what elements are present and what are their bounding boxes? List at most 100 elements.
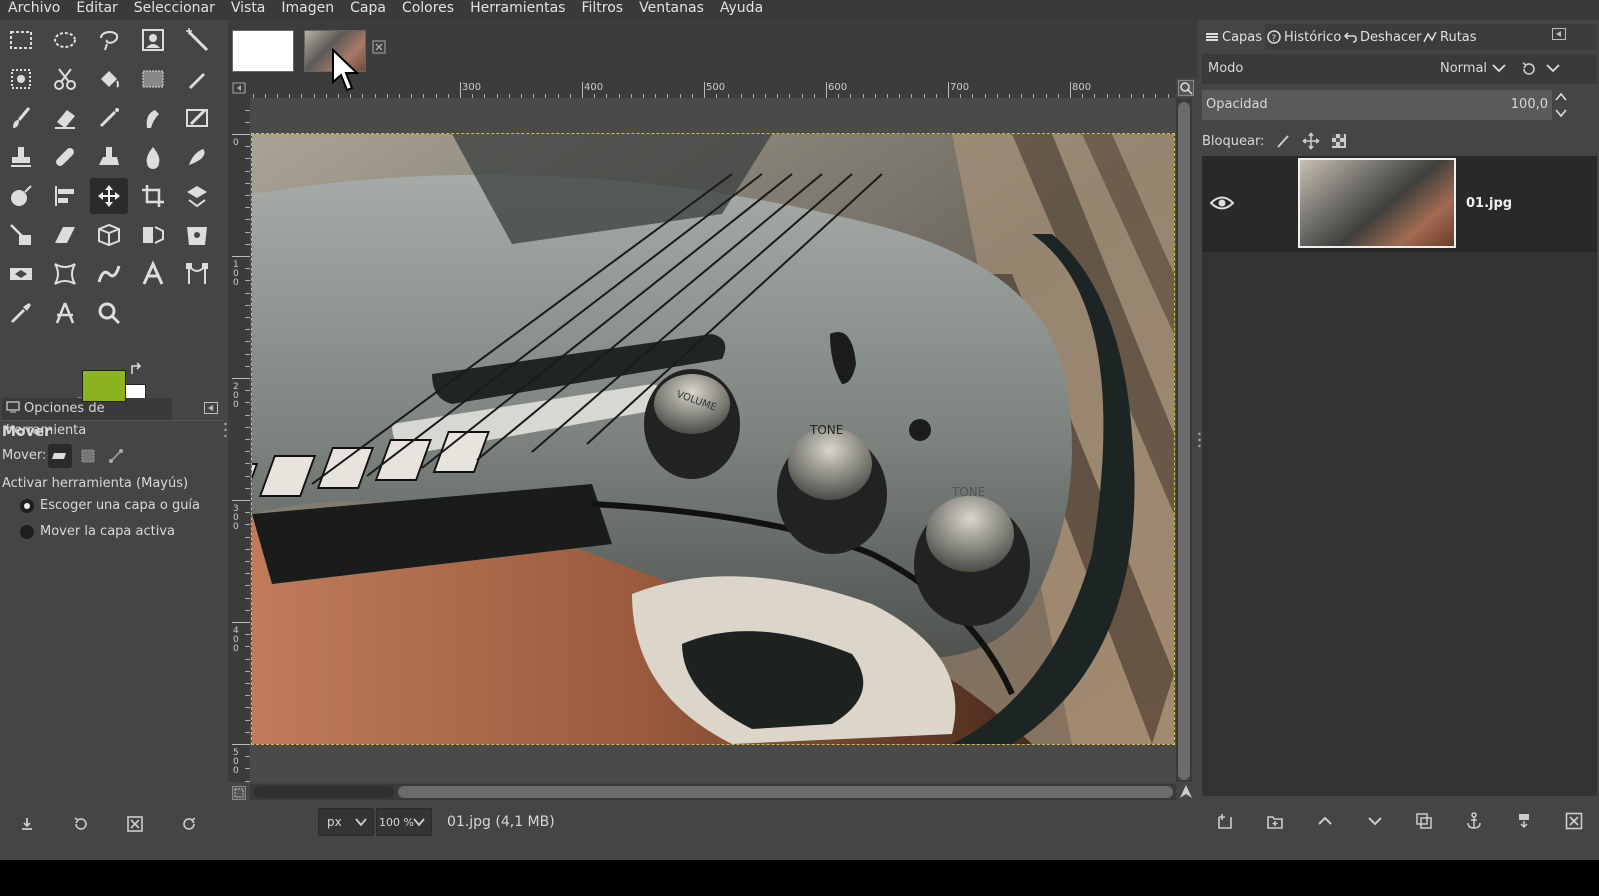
radio-pick-layer[interactable]: Escoger una capa o guía [20,498,200,513]
lower-layer-button[interactable] [1362,808,1388,834]
raise-layer-button[interactable] [1312,808,1338,834]
duplicate-layer-button[interactable] [1411,808,1437,834]
reset-icon[interactable] [1520,61,1536,77]
path-nodes-tool[interactable] [178,256,216,292]
tab-historico[interactable]: ? Histórico [1264,24,1344,50]
quick-mask-icon[interactable] [232,786,246,800]
mypaint-brush-tool[interactable] [178,100,216,136]
unified-transform-tool[interactable] [178,178,216,214]
menu-archivo[interactable]: Archivo [0,0,68,20]
merge-layer-button[interactable] [1511,808,1537,834]
scrollbar-thumb[interactable] [1178,102,1190,780]
fuzzy-select-tool[interactable] [178,22,216,58]
blur-tool[interactable] [134,139,172,175]
menu-editar[interactable]: Editar [68,0,125,20]
eye-icon[interactable] [1210,194,1234,212]
color-picker-tool[interactable] [2,295,40,331]
ruler-corner[interactable] [228,78,250,98]
layer-row[interactable]: 01.jpg [1202,156,1597,252]
airbrush-tool[interactable] [90,100,128,136]
dock-splitter-handle[interactable] [1198,430,1201,450]
menu-ventanas[interactable]: Ventanas [631,0,712,20]
lock-position-icon[interactable] [1302,132,1320,150]
delete-layer-button[interactable] [1561,808,1587,834]
ellipse-select-tool[interactable] [46,22,84,58]
eraser-tool[interactable] [46,100,84,136]
foreground-color-swatch[interactable] [82,370,126,402]
radio-button-unchecked[interactable] [20,524,34,539]
menu-ayuda[interactable]: Ayuda [712,0,771,20]
align-tool[interactable] [46,178,84,214]
vertical-ruler[interactable]: 0 100 200 300 400 500 [228,98,250,782]
lock-pixels-icon[interactable] [1274,132,1292,150]
menu-colores[interactable]: Colores [394,0,462,20]
new-layer-button[interactable] [1212,808,1238,834]
move-path-mode-button[interactable] [104,444,128,468]
horizontal-ruler[interactable]: 300 400 500 600 700 800 [250,78,1176,98]
perspective-tool[interactable] [90,217,128,253]
menu-vista[interactable]: Vista [223,0,274,20]
foreground-select-tool[interactable] [134,22,172,58]
save-options-button[interactable] [0,808,54,840]
lock-alpha-icon[interactable] [1330,132,1348,150]
delete-options-button[interactable] [108,808,162,840]
image-canvas[interactable]: VOLUME TONE TONE [251,133,1175,745]
chevron-down-icon[interactable] [1546,63,1560,73]
shear-tool[interactable] [46,217,84,253]
paintbrush-tool[interactable] [2,100,40,136]
new-group-button[interactable] [1262,808,1288,834]
scale-tool[interactable] [2,217,40,253]
opacity-slider[interactable]: Opacidad 100,0 [1202,90,1552,120]
bucket-fill-tool[interactable] [90,61,128,97]
image-tab-blank[interactable] [232,30,294,72]
paths-tool[interactable] [90,256,128,292]
dodge-burn-tool[interactable] [2,178,40,214]
menu-imagen[interactable]: Imagen [273,0,342,20]
tab-menu-icon[interactable] [1552,28,1566,40]
zoom-select[interactable]: 100 % [376,808,432,836]
gradient-tool[interactable] [134,61,172,97]
horizontal-scrollbar[interactable] [250,784,1176,800]
warp-transform-tool[interactable] [2,256,40,292]
menu-capa[interactable]: Capa [342,0,394,20]
mode-select[interactable]: Normal [1440,61,1487,76]
move-layer-mode-button[interactable] [48,444,72,468]
reset-options-button[interactable] [162,808,216,840]
flip-tool[interactable] [134,217,172,253]
close-icon[interactable] [372,40,386,54]
select-by-color-tool[interactable] [2,61,40,97]
radio-move-active[interactable]: Mover la capa activa [20,524,175,539]
navigate-icon[interactable] [1178,784,1194,800]
cage-transform-tool[interactable] [178,217,216,253]
tab-menu-icon[interactable] [204,402,218,414]
rect-select-tool[interactable] [2,22,40,58]
menu-filtros[interactable]: Filtros [573,0,631,20]
text-tool[interactable] [134,256,172,292]
move-tool[interactable] [90,178,128,214]
heal-tool[interactable] [46,139,84,175]
scrollbar-thumb[interactable] [398,786,1173,798]
crop-tool[interactable] [134,178,172,214]
scissors-select-tool[interactable] [46,61,84,97]
zoom-image-icon[interactable] [1178,80,1194,96]
smudge-tool[interactable] [178,139,216,175]
anchor-layer-button[interactable] [1461,808,1487,834]
layer-list[interactable]: 01.jpg [1202,156,1597,796]
clone-tool[interactable] [2,139,40,175]
restore-options-button[interactable] [54,808,108,840]
measure-tool[interactable] [46,295,84,331]
swap-colors-icon[interactable] [130,362,144,376]
tab-capas[interactable]: Capas [1202,24,1266,50]
free-select-tool[interactable] [90,22,128,58]
pencil-tool[interactable] [178,61,216,97]
spinner-arrows-icon[interactable] [1554,90,1568,120]
menu-seleccionar[interactable]: Seleccionar [126,0,223,20]
zoom-tool[interactable] [90,295,128,331]
perspective-clone-tool[interactable] [90,139,128,175]
ink-tool[interactable] [134,100,172,136]
chevron-down-icon[interactable] [1492,63,1506,73]
tab-rutas[interactable]: Rutas [1420,24,1480,50]
tab-deshacer[interactable]: Deshacer [1340,24,1424,50]
dock-splitter-handle[interactable] [224,420,227,440]
handle-transform-tool[interactable] [46,256,84,292]
